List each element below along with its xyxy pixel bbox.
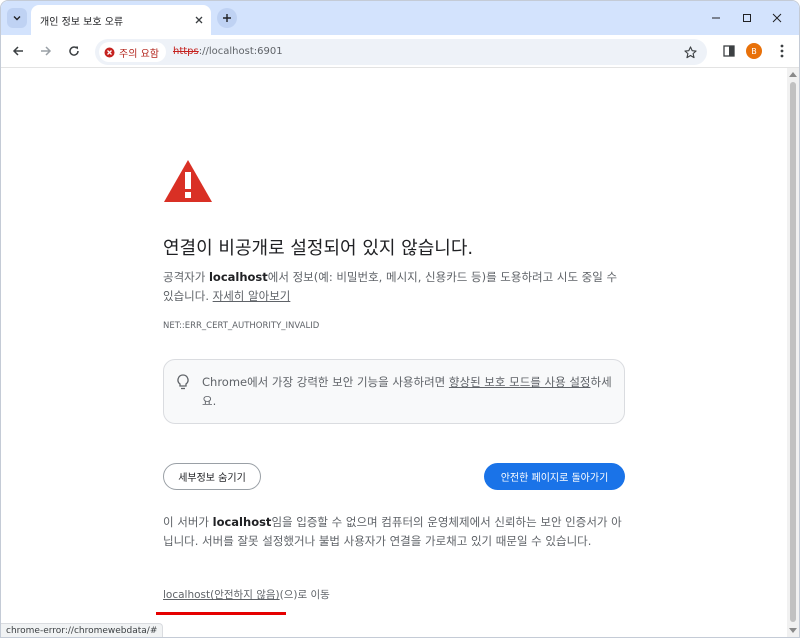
lightbulb-icon	[177, 374, 189, 390]
details-text-pre: 이 서버가	[163, 515, 213, 529]
status-bar: chrome-error://chromewebdata/#	[1, 623, 164, 637]
reload-icon	[69, 46, 79, 56]
url-host: ://localhost:6901	[198, 46, 283, 57]
details-host: localhost	[212, 515, 272, 529]
arrow-left-icon	[12, 46, 23, 56]
chevron-down-icon	[13, 16, 21, 21]
desc-text-pre: 공격자가	[163, 270, 209, 284]
back-to-safety-button[interactable]: 안전한 페이지로 돌아가기	[484, 463, 625, 490]
minimize-button[interactable]	[707, 9, 725, 27]
toolbar: 주의 요함 https://localhost:6901 B	[1, 35, 799, 68]
page-title: 연결이 비공개로 설정되어 있지 않습니다.	[163, 238, 474, 259]
forward-button[interactable]	[37, 42, 55, 60]
box-text-pre: Chrome에서 가장 강력한 보안 기능을 사용하려면	[202, 375, 449, 389]
tab-search-button[interactable]	[7, 8, 27, 28]
reload-button[interactable]	[65, 42, 83, 60]
tab-strip: 개인 정보 보호 오류	[1, 1, 799, 35]
new-tab-button[interactable]	[217, 8, 237, 28]
security-chip[interactable]: 주의 요함	[99, 42, 166, 62]
enhanced-protection-link[interactable]: 향상된 보호 모드를 사용 설정	[449, 375, 591, 389]
url-text[interactable]: https://localhost:6901	[173, 46, 283, 57]
proceed-line: localhost(안전하지 않음)(으)로 이동	[163, 587, 330, 602]
maximize-icon	[743, 14, 751, 22]
tab-title: 개인 정보 보호 오류	[40, 17, 124, 28]
maximize-button[interactable]	[738, 9, 756, 27]
star-icon	[683, 45, 697, 58]
hide-details-button[interactable]: 세부정보 숨기기	[163, 463, 261, 490]
close-icon	[772, 13, 782, 23]
details-text: 이 서버가 localhost임을 입증할 수 없으며 컴퓨터의 운영체제에서 …	[163, 513, 631, 551]
warning-triangle-icon	[164, 160, 212, 202]
scrollbar[interactable]	[787, 68, 799, 637]
scroll-thumb[interactable]	[790, 82, 796, 622]
side-panel-icon	[723, 45, 735, 57]
scroll-up-arrow[interactable]	[789, 72, 797, 77]
close-window-button[interactable]	[768, 9, 786, 27]
error-code: NET::ERR_CERT_AUTHORITY_INVALID	[163, 321, 320, 331]
bookmark-button[interactable]	[681, 43, 699, 61]
arrow-right-icon	[41, 46, 52, 56]
plus-icon	[223, 14, 231, 22]
desc-host: localhost	[208, 270, 268, 284]
interstitial-page: 연결이 비공개로 설정되어 있지 않습니다. 공격자가 localhost에서 …	[1, 68, 787, 637]
side-panel-button[interactable]	[721, 43, 737, 59]
browser-window: 개인 정보 보호 오류 주의 요함 https://localhost:6901…	[0, 0, 800, 638]
enhanced-protection-text: Chrome에서 가장 강력한 보안 기능을 사용하려면 향상된 보호 모드를 …	[202, 373, 617, 411]
more-vert-icon	[780, 44, 784, 58]
profile-avatar[interactable]: B	[746, 43, 762, 59]
back-button[interactable]	[9, 42, 27, 60]
address-bar[interactable]: 주의 요함 https://localhost:6901	[95, 39, 707, 65]
proceed-suffix: (으)로 이동	[279, 589, 330, 601]
menu-button[interactable]	[775, 43, 789, 59]
proceed-link[interactable]: localhost(안전하지 않음)	[163, 589, 280, 601]
url-scheme: https	[173, 46, 199, 57]
error-icon	[104, 47, 115, 57]
scroll-down-arrow[interactable]	[789, 628, 797, 633]
enhanced-protection-box: Chrome에서 가장 강력한 보안 기능을 사용하려면 향상된 보호 모드를 …	[163, 359, 625, 424]
page-description: 공격자가 localhost에서 정보(예: 비밀번호, 메시지, 신용카드 등…	[163, 268, 628, 306]
tab-close-button[interactable]	[191, 12, 207, 28]
minimize-icon	[712, 17, 720, 19]
security-chip-label: 주의 요함	[119, 48, 159, 60]
learn-more-link[interactable]: 자세히 알아보기	[213, 289, 291, 303]
close-icon	[195, 16, 203, 24]
tab-active[interactable]: 개인 정보 보호 오류	[31, 5, 211, 35]
red-underline-annotation	[156, 612, 286, 615]
